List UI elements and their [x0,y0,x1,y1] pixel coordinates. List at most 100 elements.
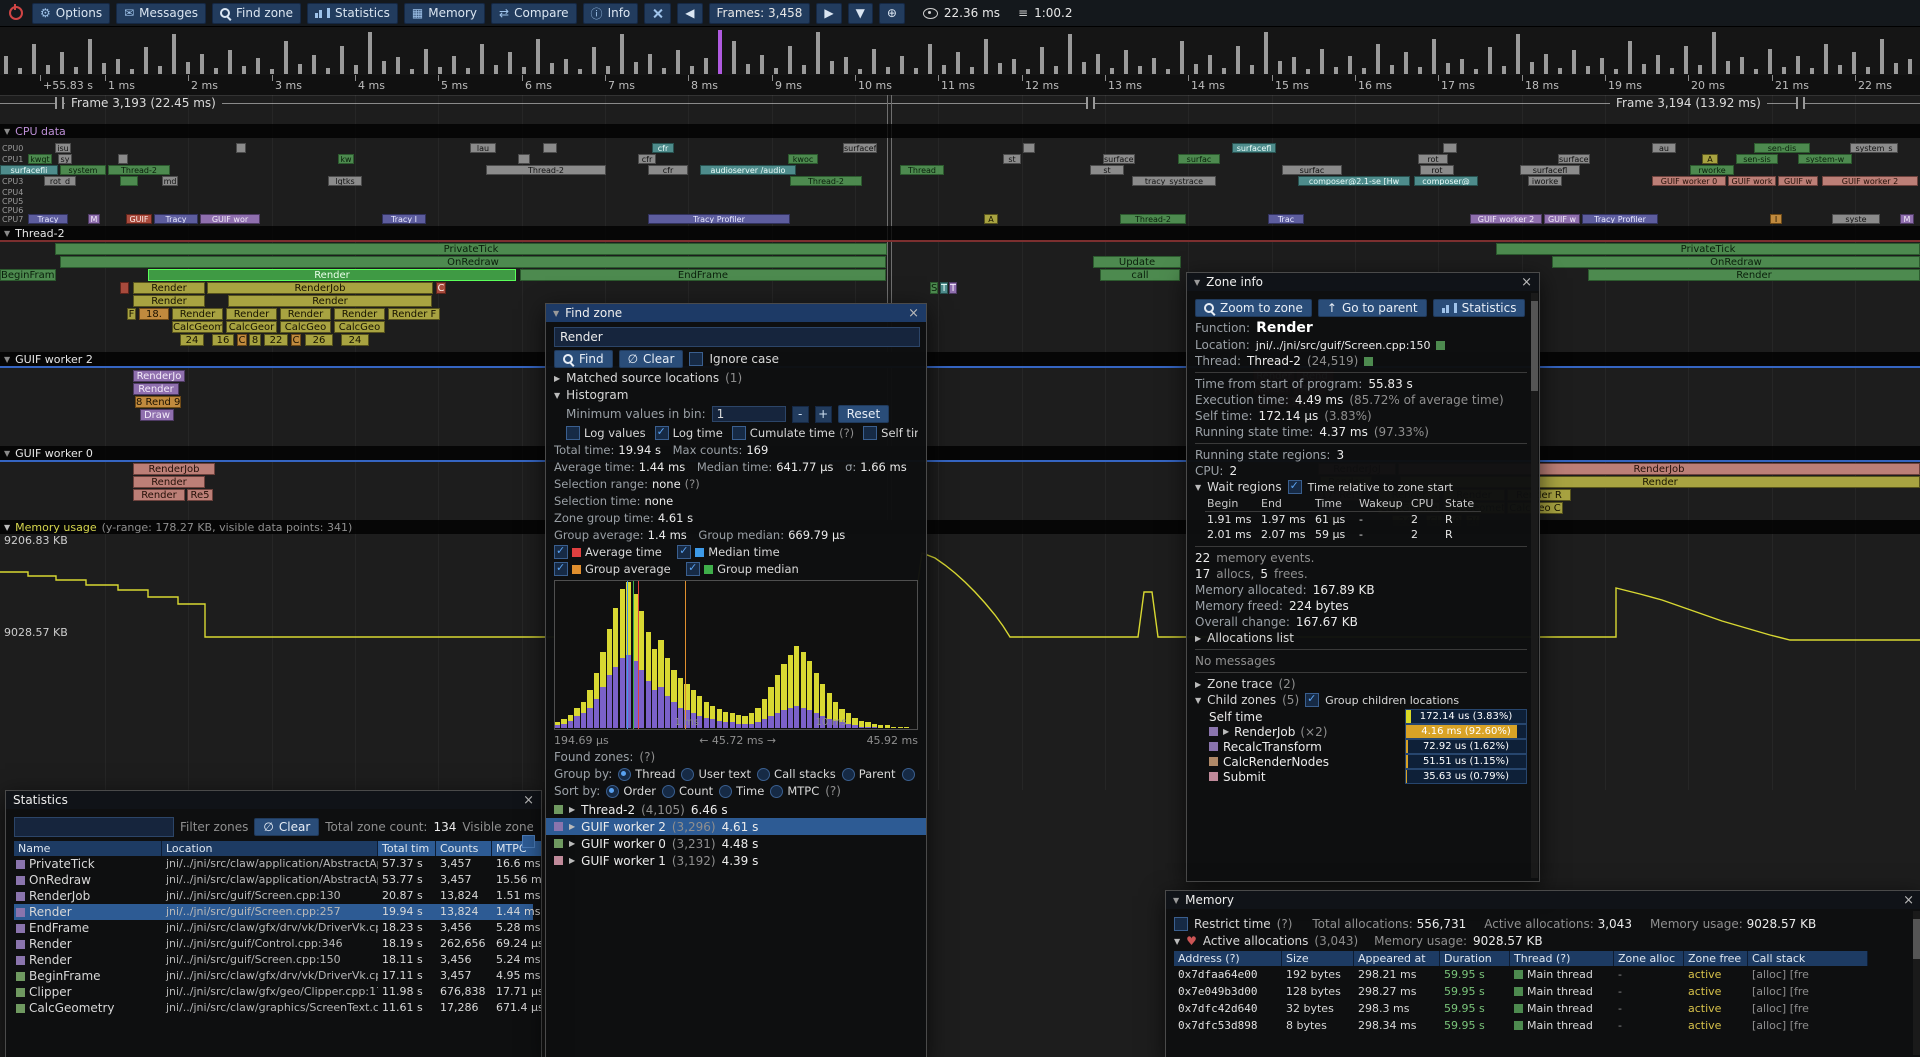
timeline-zone[interactable]: CalcGeo [334,321,385,333]
timeline-zone[interactable]: st [1090,165,1124,175]
column-header-location[interactable]: Location [162,841,378,856]
table-row[interactable]: Clipperjni/../jni/src/claw/gfx/geo/Clipp… [14,984,533,1000]
timeline-zone[interactable]: 16 [212,334,234,346]
toolbar-tools-button[interactable] [644,3,671,24]
restrict-time-checkbox[interactable] [1174,917,1188,931]
expand-icon[interactable]: ▶ [569,822,575,831]
column-header-appeared-at[interactable]: Appeared at [1354,951,1440,966]
zone-group-row[interactable]: ▶Thread-2(4,105)6.46 s [546,801,926,818]
expand-icon[interactable]: ▶ [569,856,575,865]
timeline-zone[interactable] [118,154,128,164]
toolbar-memory-button[interactable]: ▦Memory [404,3,485,24]
timeline-zone[interactable]: CalcGeo [280,321,331,333]
timeline-zone[interactable]: T [940,282,948,294]
toolbar-find-zone-button[interactable]: Find zone [212,3,301,24]
child-zone-row[interactable]: ▶RenderJob(×2)4.16 ms (92.60%) [1195,724,1527,739]
radio-order[interactable]: Order [606,784,656,798]
timeline-zone[interactable]: Thread-2 [486,165,606,175]
timeline-zone[interactable]: cfr [638,154,656,164]
toolbar-info-button[interactable]: ⓘInfo [583,3,639,24]
thread-radio[interactable] [618,768,631,781]
timeline-zone[interactable]: surfacefli [0,165,58,175]
timeline-zone[interactable]: GUIF work [1728,176,1776,186]
search-input[interactable] [554,327,920,347]
timeline-zone[interactable] [120,282,129,294]
section-header-cpu-data[interactable]: ▼CPU data [0,124,1920,138]
timeline-zone[interactable]: kwgt [28,154,52,164]
timeline-zone[interactable]: Render [334,308,385,320]
timeline-zone[interactable]: BeginFrame [0,269,56,281]
timeline-zone[interactable]: cfr [652,143,674,153]
timeline-zone[interactable]: audioserver /audio [700,165,796,175]
timeline-zone[interactable]: Render F [388,308,440,320]
timeline-zone[interactable]: GUIF wor [200,214,260,224]
frames-counter[interactable]: Frames: 3,458 [709,3,811,24]
timeline-zone[interactable]: M [1900,214,1914,224]
legend-checkbox[interactable] [677,545,691,559]
timeline-zone[interactable]: isu [55,143,71,153]
toolbar-options-button[interactable]: ⚙Options [32,3,110,24]
call-stacks-radio[interactable] [757,768,770,781]
column-header-duration[interactable]: Duration [1440,951,1510,966]
timeline-zone[interactable]: F [127,308,136,320]
radio-mtpc[interactable]: MTPC [770,784,819,798]
timeline-zone[interactable] [1023,143,1035,153]
matched-source-locations-toggle[interactable]: ▶ Matched source locations (1) [554,371,918,385]
option-log-values[interactable]: Log values [566,426,646,440]
timeline-zone[interactable]: Thread [900,165,944,175]
allocations-table-header[interactable]: Address (?)SizeAppeared atDurationThread… [1174,951,1913,966]
group-children-checkbox[interactable] [1305,693,1319,707]
timeline-zone[interactable]: au [1652,143,1676,153]
toolbar-messages-button[interactable]: ✉Messages [116,3,206,24]
option-cumulate-time[interactable]: Cumulate time(?) [732,426,854,440]
timeline-zone[interactable]: RenderJob [207,282,433,294]
legend-item[interactable]: Average time [554,545,662,559]
timeline-zone[interactable]: tracy_systrace [1132,176,1216,186]
timeline-zone[interactable]: kwoc [788,154,818,164]
timeline-zone[interactable]: OnRedraw [60,256,886,268]
legend-item[interactable]: Median time [677,545,779,559]
log-values-checkbox[interactable] [566,426,580,440]
timeline-zone[interactable]: M [88,214,100,224]
timeline-zone[interactable]: GUIF worker 2 [1822,176,1918,186]
timeline-zone[interactable]: 26 [305,334,333,346]
close-icon[interactable]: × [523,793,534,808]
timeline-zone[interactable]: I [1770,214,1782,224]
expand-icon[interactable]: ▶ [1195,680,1201,689]
radio-user-text[interactable]: User text [681,767,751,781]
statistics-button[interactable]: Statistics [1433,299,1526,317]
help-icon[interactable]: (?) [639,750,655,764]
help-icon[interactable]: (?) [825,784,841,798]
timeline-zone[interactable]: kw [338,154,354,164]
expand-icon[interactable]: ▶ [1195,634,1201,643]
timeline-zone[interactable]: Render [133,282,205,294]
mtpc-radio[interactable] [770,785,783,798]
column-header-zone-free[interactable]: Zone free [1684,951,1748,966]
expand-icon[interactable]: ▶ [569,839,575,848]
prev-frame-button[interactable]: ◀ [677,3,702,24]
timeline-zone[interactable]: GUIF worker 2 [1470,214,1542,224]
timeline-zone[interactable]: 8 [249,334,261,346]
child-zone-row[interactable]: RecalcTransform72.92 us (1.62%) [1195,739,1527,754]
child-zones-toggle[interactable]: ▼ Child zones (5) Group children locatio… [1195,693,1527,707]
timeline-zone[interactable] [236,143,246,153]
timeline-zone[interactable]: composer@2.1-se [Hw [1298,176,1410,186]
next-frame-button[interactable]: ▶ [816,3,841,24]
timeline-zone[interactable] [543,143,557,153]
timeline-zone[interactable]: C [436,282,446,294]
timeline-zone[interactable]: Render [172,308,223,320]
expand-icon[interactable]: ▶ [1223,727,1229,736]
timeline-zone[interactable]: surfacefl [1520,165,1580,175]
timeline-zone[interactable]: Render [133,476,205,488]
collapse-icon[interactable]: ▼ [4,229,10,238]
section-header-memory-usage[interactable]: ▼ Memory usage (y-range: 178.27 KB, visi… [0,520,1920,534]
table-row[interactable]: Renderjni/../jni/src/guif/Control.cpp:34… [14,936,533,952]
timeline-zone[interactable]: C [291,334,301,346]
reset-button[interactable]: Reset [838,405,890,423]
find-zone-titlebar[interactable]: ▼ Find zone × [546,304,926,322]
table-row[interactable]: OnRedrawjni/../jni/src/claw/application/… [14,872,533,888]
close-icon[interactable]: × [1903,893,1914,908]
scrollbar-thumb[interactable] [1531,301,1538,391]
timeline-zone[interactable]: surfac [1282,165,1342,175]
timeline-zone[interactable]: surfacef [843,143,877,153]
